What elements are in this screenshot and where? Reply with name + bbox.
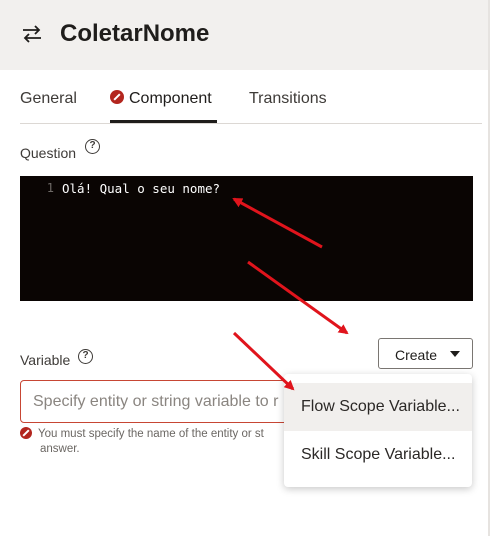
page-title: ColetarNome [60, 20, 210, 47]
question-help-icon[interactable]: ? [85, 139, 100, 154]
caret-down-icon [450, 351, 460, 357]
tab-component[interactable]: Component [110, 90, 212, 108]
active-tab-indicator [110, 120, 217, 123]
variable-help-icon[interactable]: ? [78, 349, 93, 364]
error-text-line1: You must specify the name of the entity … [38, 428, 264, 440]
menu-item-label: Flow Scope Variable... [301, 398, 460, 415]
question-label: Question [20, 145, 77, 161]
page-header: ColetarNome [0, 0, 490, 70]
create-dropdown-menu: Flow Scope Variable... Skill Scope Varia… [284, 374, 472, 487]
menu-item-label: Skill Scope Variable... [301, 446, 456, 463]
question-code[interactable]: Olá! Qual o seu nome? [62, 181, 220, 196]
variable-input[interactable] [20, 380, 320, 423]
error-text-line2: answer. [40, 443, 80, 455]
tab-bar: General Component Transitions [20, 70, 482, 124]
line-number: 1 [46, 181, 54, 195]
variable-label: Variable [20, 352, 71, 368]
tab-general[interactable]: General [20, 90, 77, 108]
create-button[interactable]: Create [378, 338, 473, 369]
menu-item-skill-scope-variable[interactable]: Skill Scope Variable... [284, 431, 472, 479]
create-button-label: Create [395, 347, 438, 363]
menu-item-flow-scope-variable[interactable]: Flow Scope Variable... [284, 383, 472, 431]
question-editor[interactable]: 1 Olá! Qual o seu nome? [20, 176, 473, 301]
tab-transitions[interactable]: Transitions [249, 90, 327, 108]
tab-component-label: Component [129, 90, 212, 107]
error-icon [110, 90, 124, 104]
error-icon [20, 427, 32, 439]
swap-arrows-icon [23, 25, 41, 43]
variable-error-message: You must specify the name of the entity … [20, 427, 285, 457]
